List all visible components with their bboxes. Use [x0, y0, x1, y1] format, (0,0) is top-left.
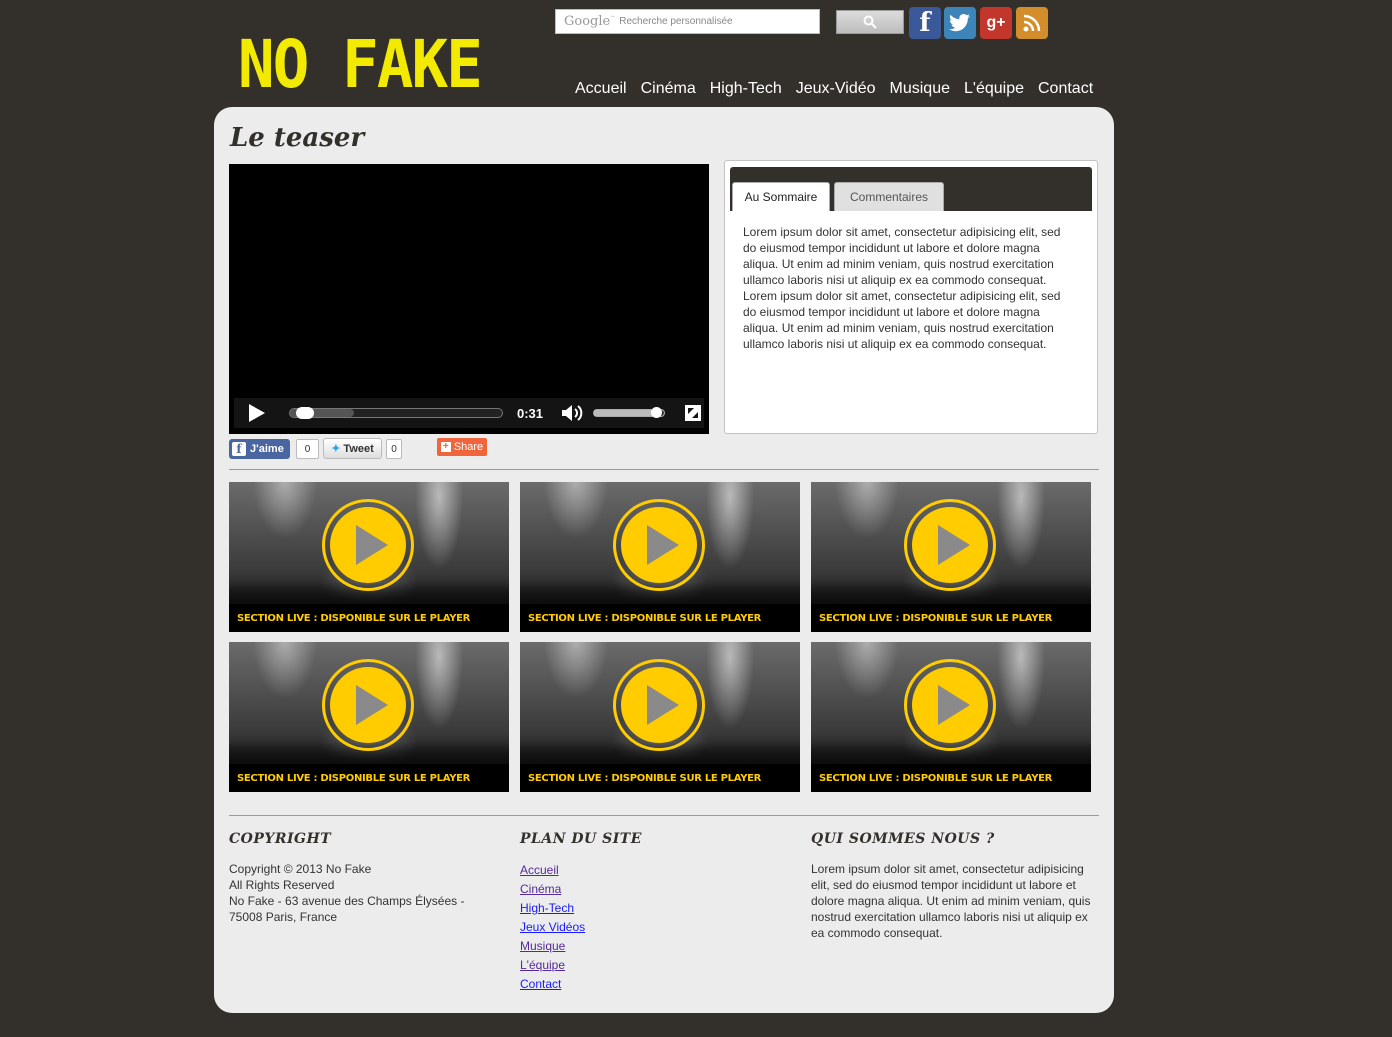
video-thumbnail[interactable]: SECTION LIVE : DISPONIBLE SUR LE PLAYER: [229, 642, 509, 792]
footer-sitemap: PLAN DU SITE Accueil Cinéma High-Tech Je…: [520, 831, 790, 994]
share-button[interactable]: + Share: [437, 438, 487, 456]
main-nav: Accueil Cinéma High-Tech Jeux-Vidéo Musi…: [575, 80, 1093, 98]
volume-knob[interactable]: [651, 407, 663, 418]
site-logo[interactable]: NO FAKE: [238, 30, 483, 100]
footer-heading: QUI SOMMES NOUS ?: [811, 831, 995, 847]
tweet-count: 0: [386, 439, 402, 459]
copyright-line: Copyright © 2013 No Fake: [229, 862, 372, 876]
sitemap-link-contact[interactable]: Contact: [520, 975, 790, 994]
rss-icon[interactable]: [1016, 7, 1048, 39]
content-panel: Le teaser 0:31 f J'aime 0 ✦ Tweet 0 + Sh…: [214, 107, 1114, 1013]
sitemap-link-accueil[interactable]: Accueil: [520, 861, 790, 880]
video-grid: SECTION LIVE : DISPONIBLE SUR LE PLAYER …: [229, 482, 1091, 792]
thumbnail-caption: SECTION LIVE : DISPONIBLE SUR LE PLAYER: [811, 764, 1091, 792]
copyright-line: All Rights Reserved: [229, 878, 335, 892]
divider: [229, 469, 1099, 470]
tabs-box: Au Sommaire Commentaires Lorem ipsum dol…: [724, 160, 1098, 434]
video-player[interactable]: 0:31: [229, 164, 709, 434]
play-icon[interactable]: [249, 404, 265, 422]
nav-cinema[interactable]: Cinéma: [641, 80, 696, 98]
like-count: 0: [296, 439, 319, 459]
player-controls: 0:31: [234, 398, 704, 428]
footer-heading: COPYRIGHT: [229, 831, 332, 847]
play-icon: [322, 499, 414, 591]
play-icon: [322, 659, 414, 751]
volume-icon[interactable]: [561, 404, 583, 422]
sitemap-link-musique[interactable]: Musique: [520, 937, 790, 956]
share-bar: f J'aime 0 ✦ Tweet 0 + Share: [229, 438, 509, 459]
footer-heading: PLAN DU SITE: [520, 831, 642, 847]
footer-copyright: COPYRIGHT Copyright © 2013 No Fake All R…: [229, 831, 499, 925]
tweet-button[interactable]: ✦ Tweet: [323, 438, 382, 459]
progress-knob[interactable]: [296, 407, 315, 419]
nav-accueil[interactable]: Accueil: [575, 80, 627, 98]
plus-icon: +: [440, 442, 451, 452]
twitter-icon: ✦: [331, 443, 341, 455]
tabs-header: Au Sommaire Commentaires: [730, 167, 1092, 211]
video-thumbnail[interactable]: SECTION LIVE : DISPONIBLE SUR LE PLAYER: [229, 482, 509, 632]
search-button[interactable]: [836, 10, 904, 34]
tab-commentaires[interactable]: Commentaires: [834, 182, 944, 211]
footer-about: QUI SOMMES NOUS ? Lorem ipsum dolor sit …: [811, 831, 1096, 941]
video-thumbnail[interactable]: SECTION LIVE : DISPONIBLE SUR LE PLAYER: [811, 482, 1091, 632]
search-placeholder: Recherche personnalisée: [619, 16, 733, 27]
fullscreen-icon[interactable]: [685, 405, 702, 421]
nav-equipe[interactable]: L'équipe: [964, 80, 1024, 98]
address-line: No Fake - 63 avenue des Champs Élysées -…: [229, 894, 465, 924]
google-plus-icon[interactable]: g+: [980, 7, 1012, 39]
facebook-icon[interactable]: f: [909, 7, 941, 39]
twitter-icon[interactable]: [944, 7, 976, 39]
play-icon: [613, 659, 705, 751]
sitemap-link-jeux-videos[interactable]: Jeux Vidéos: [520, 918, 790, 937]
search-icon: [863, 15, 877, 29]
progress-bar[interactable]: [289, 407, 503, 419]
nav-jeux-video[interactable]: Jeux-Vidéo: [796, 80, 876, 98]
sitemap-link-equipe[interactable]: L'équipe: [520, 956, 790, 975]
nav-contact[interactable]: Contact: [1038, 80, 1093, 98]
search-input[interactable]: Google™ Recherche personnalisée: [555, 9, 820, 34]
video-thumbnail[interactable]: SECTION LIVE : DISPONIBLE SUR LE PLAYER: [811, 642, 1091, 792]
play-icon: [904, 499, 996, 591]
nav-high-tech[interactable]: High-Tech: [710, 80, 782, 98]
thumbnail-caption: SECTION LIVE : DISPONIBLE SUR LE PLAYER: [229, 604, 509, 632]
time-display: 0:31: [517, 405, 544, 421]
thumbnail-caption: SECTION LIVE : DISPONIBLE SUR LE PLAYER: [520, 764, 800, 792]
volume-slider[interactable]: [593, 407, 666, 418]
volume-fill: [594, 410, 658, 416]
video-thumbnail[interactable]: SECTION LIVE : DISPONIBLE SUR LE PLAYER: [520, 642, 800, 792]
divider: [229, 815, 1099, 816]
about-text: Lorem ipsum dolor sit amet, consectetur …: [811, 862, 1091, 940]
sitemap-link-cinema[interactable]: Cinéma: [520, 880, 790, 899]
nav-musique[interactable]: Musique: [890, 80, 950, 98]
tab-content: Lorem ipsum dolor sit amet, consectetur …: [743, 225, 1061, 351]
thumbnail-caption: SECTION LIVE : DISPONIBLE SUR LE PLAYER: [520, 604, 800, 632]
google-logo: Google™: [564, 14, 616, 29]
facebook-like-button[interactable]: f J'aime: [229, 439, 290, 459]
video-thumbnail[interactable]: SECTION LIVE : DISPONIBLE SUR LE PLAYER: [520, 482, 800, 632]
page-title: Le teaser: [230, 123, 365, 153]
thumbnail-caption: SECTION LIVE : DISPONIBLE SUR LE PLAYER: [229, 764, 509, 792]
play-icon: [613, 499, 705, 591]
tab-au-sommaire[interactable]: Au Sommaire: [732, 182, 830, 211]
facebook-icon: f: [232, 442, 246, 456]
sitemap-link-high-tech[interactable]: High-Tech: [520, 899, 790, 918]
thumbnail-caption: SECTION LIVE : DISPONIBLE SUR LE PLAYER: [811, 604, 1091, 632]
play-icon: [904, 659, 996, 751]
